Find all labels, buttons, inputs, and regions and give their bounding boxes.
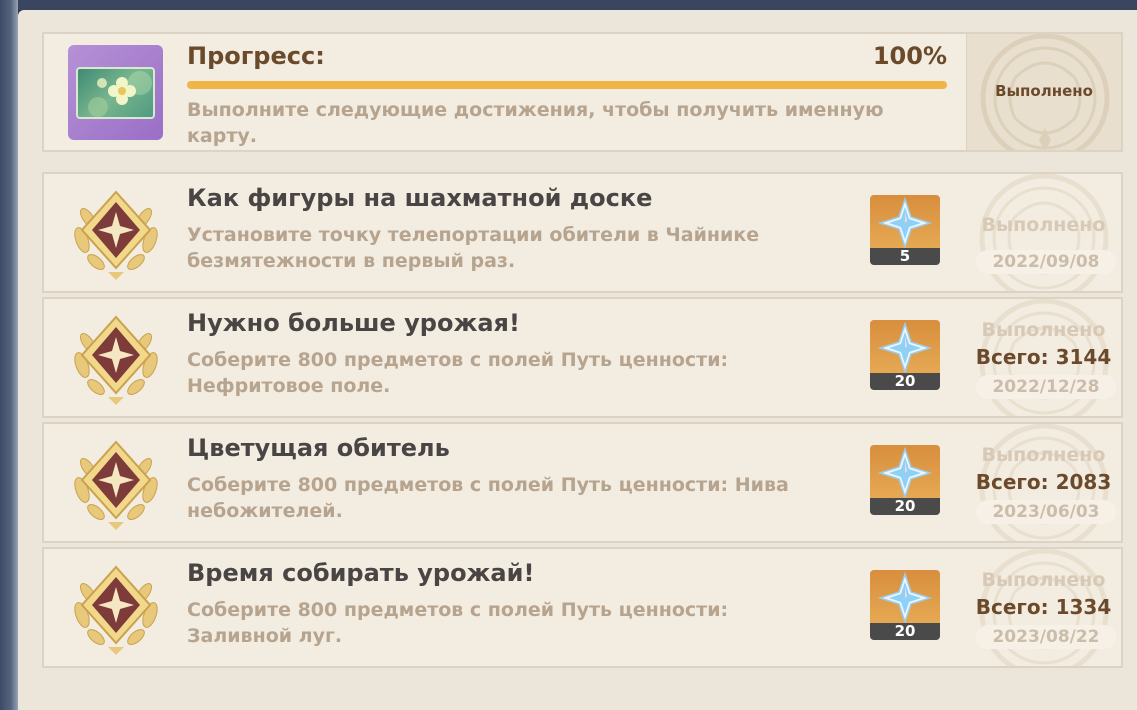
completion-stamp: Выполнено Всего: 2083 2023/06/03 <box>966 424 1121 541</box>
summary-description: Выполните следующие достижения, чтобы по… <box>187 99 884 147</box>
completion-status: Выполнено <box>981 214 1106 236</box>
achievement-row: Как фигуры на шахматной доске Установите… <box>42 172 1123 293</box>
completion-stamp: Выполнено Всего: 3144 2022/12/28 <box>966 299 1121 416</box>
achievement-summary-card: Прогресс: 100% Выполните следующие дости… <box>42 32 1123 152</box>
summary-status: Выполнено <box>995 82 1093 100</box>
reward-count: 5 <box>870 248 940 265</box>
reward-item[interactable]: 20 <box>870 320 940 390</box>
reward-item[interactable]: 20 <box>870 570 940 640</box>
completion-status: Выполнено <box>981 569 1106 591</box>
primogem-icon <box>878 447 932 499</box>
progress-title: Прогресс: <box>187 42 325 70</box>
achievement-title: Нужно больше урожая! <box>187 309 520 337</box>
completion-total: Всего: 3144 <box>975 345 1112 369</box>
primogem-icon <box>878 572 932 624</box>
achievement-panel: Прогресс: 100% Выполните следующие дости… <box>18 10 1137 710</box>
reward-item[interactable]: 20 <box>870 445 940 515</box>
achievement-description: Соберите 800 предметов с полей Путь ценн… <box>187 474 789 522</box>
completion-stamp: Выполнено 2022/09/08 <box>966 174 1121 291</box>
window-frame-top <box>0 0 1137 10</box>
achievement-medal-icon <box>74 190 158 280</box>
progress-percent: 100% <box>872 42 947 70</box>
achievement-title: Время собирать урожай! <box>187 559 535 587</box>
achievement-row: Нужно больше урожая! Соберите 800 предме… <box>42 297 1123 418</box>
reward-item[interactable]: 5 <box>870 195 940 265</box>
achievement-medal-icon <box>74 565 158 655</box>
window-frame-left <box>0 0 18 710</box>
achievement-title: Цветущая обитель <box>187 434 450 462</box>
achievement-description: Соберите 800 предметов с полей Путь ценн… <box>187 349 729 397</box>
completion-stamp: Выполнено Всего: 1334 2023/08/22 <box>966 549 1121 666</box>
completion-date: 2023/08/22 <box>976 625 1116 649</box>
completion-date: 2022/12/28 <box>976 375 1116 399</box>
summary-stamp: Выполнено <box>966 34 1121 150</box>
reward-count: 20 <box>870 498 940 515</box>
achievement-row: Цветущая обитель Соберите 800 предметов … <box>42 422 1123 543</box>
completion-status: Выполнено <box>981 444 1106 466</box>
achievement-medal-icon <box>74 315 158 405</box>
achievement-row: Время собирать урожай! Соберите 800 пред… <box>42 547 1123 668</box>
reward-count: 20 <box>870 373 940 390</box>
reward-count: 20 <box>870 623 940 640</box>
achievement-medal-icon <box>74 440 158 530</box>
completion-total: Всего: 1334 <box>975 595 1112 619</box>
completion-date: 2023/06/03 <box>976 500 1116 524</box>
primogem-icon <box>878 322 932 374</box>
primogem-icon <box>878 197 932 249</box>
completion-total: Всего: 2083 <box>975 470 1112 494</box>
completion-date: 2022/09/08 <box>976 250 1116 274</box>
progress-bar <box>187 81 947 89</box>
achievement-description: Установите точку телепортации обители в … <box>187 224 760 272</box>
completion-status: Выполнено <box>981 319 1106 341</box>
achievement-title: Как фигуры на шахматной доске <box>187 184 653 212</box>
achievement-description: Соберите 800 предметов с полей Путь ценн… <box>187 599 729 647</box>
progress-bar-fill <box>187 81 947 89</box>
namecard-flower-icon <box>68 45 163 140</box>
